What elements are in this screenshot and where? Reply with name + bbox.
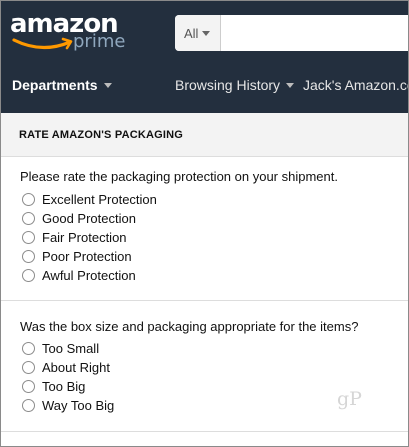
section-divider	[1, 431, 408, 432]
option-label: Fair Protection	[42, 229, 127, 245]
option-label: Way Too Big	[42, 397, 115, 413]
option-good-protection[interactable]: Good Protection	[22, 210, 136, 226]
radio-button[interactable]	[22, 379, 35, 393]
departments-label: Departments	[12, 77, 98, 93]
option-excellent-protection[interactable]: Excellent Protection	[22, 191, 157, 207]
option-awful-protection[interactable]: Awful Protection	[22, 267, 136, 283]
site-header: amazon prime All Departments Browsing Hi…	[1, 1, 408, 113]
option-too-big[interactable]: Too Big	[22, 378, 85, 394]
radio-button[interactable]	[22, 230, 35, 244]
smile-arrow-icon	[12, 37, 73, 50]
option-label: About Right	[42, 359, 110, 375]
section-header: RATE AMAZON'S PACKAGING	[1, 113, 408, 157]
account-label: Jack's Amazon.co	[303, 77, 409, 93]
radio-button[interactable]	[22, 192, 35, 206]
option-label: Awful Protection	[42, 267, 136, 283]
account-link[interactable]: Jack's Amazon.co	[303, 77, 409, 93]
amazon-prime-logo[interactable]: amazon prime	[10, 9, 135, 61]
radio-button[interactable]	[22, 341, 35, 355]
radio-button[interactable]	[22, 211, 35, 225]
question-protection: Please rate the packaging protection on …	[20, 169, 338, 184]
option-label: Too Small	[42, 340, 100, 356]
chevron-down-icon	[286, 82, 295, 88]
section-title: RATE AMAZON'S PACKAGING	[19, 129, 184, 141]
radio-button[interactable]	[22, 268, 35, 282]
page-frame: amazon prime All Departments Browsing Hi…	[0, 0, 409, 447]
option-label: Excellent Protection	[42, 191, 157, 207]
browsing-history-menu[interactable]: Browsing History	[175, 77, 295, 93]
option-poor-protection[interactable]: Poor Protection	[22, 248, 132, 264]
chevron-down-icon	[103, 82, 112, 88]
option-about-right[interactable]: About Right	[22, 359, 110, 375]
logo-prime-text: prime	[73, 31, 126, 52]
departments-menu[interactable]: Departments	[12, 77, 112, 93]
search-bar: All	[175, 15, 408, 51]
option-label: Too Big	[42, 378, 86, 394]
radio-button[interactable]	[22, 249, 35, 263]
chevron-down-icon	[202, 30, 211, 36]
section-divider	[1, 300, 408, 301]
browsing-history-label: Browsing History	[175, 77, 281, 93]
search-category-label: All	[184, 25, 199, 41]
option-label: Good Protection	[42, 210, 136, 226]
option-fair-protection[interactable]: Fair Protection	[22, 229, 127, 245]
option-way-too-big[interactable]: Way Too Big	[22, 397, 114, 413]
option-label: Poor Protection	[42, 248, 132, 264]
search-input[interactable]	[222, 15, 408, 51]
option-too-small[interactable]: Too Small	[22, 340, 99, 356]
search-category-dropdown[interactable]: All	[175, 15, 221, 51]
main-nav: Departments Browsing History Jack's Amaz…	[1, 71, 408, 101]
radio-button[interactable]	[22, 360, 35, 374]
radio-button[interactable]	[22, 398, 35, 412]
watermark-logo: gP	[337, 388, 362, 410]
question-box-size: Was the box size and packaging appropria…	[20, 319, 359, 334]
